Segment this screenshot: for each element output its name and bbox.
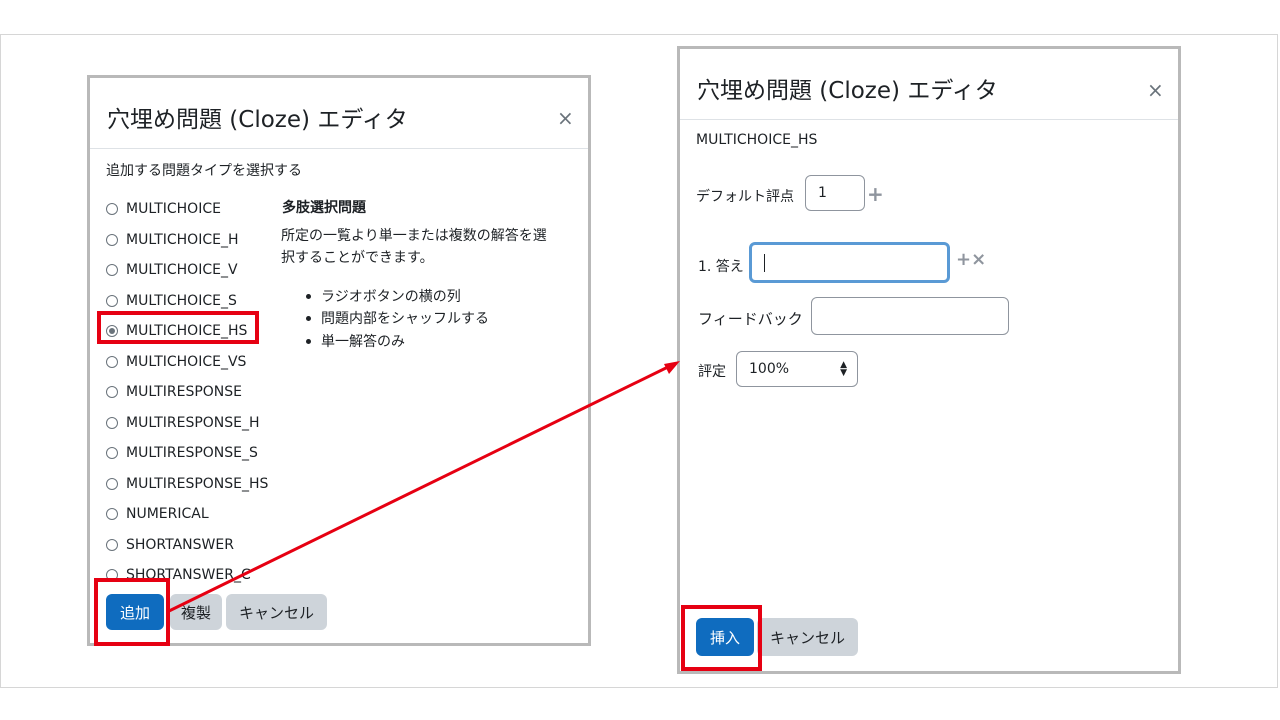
default-grade-label: デフォルト評点 bbox=[696, 189, 794, 205]
radio-button[interactable] bbox=[106, 508, 118, 520]
question-type-option[interactable]: MULTICHOICE_V bbox=[106, 259, 238, 281]
header-divider bbox=[680, 119, 1178, 120]
close-icon[interactable]: × bbox=[1147, 80, 1164, 100]
dialog-title: 穴埋め問題 (Cloze) エディタ bbox=[107, 107, 408, 133]
dialog-title: 穴埋め問題 (Cloze) エディタ bbox=[697, 78, 998, 104]
add-icon[interactable]: + bbox=[867, 184, 884, 204]
radio-button[interactable] bbox=[106, 538, 118, 551]
add-remove-answer-icons[interactable]: +× bbox=[956, 251, 986, 269]
type-description-title: 多肢選択問題 bbox=[282, 200, 366, 216]
answer-label: 1. 答え bbox=[698, 259, 744, 275]
select-arrows-icon: ▲ ▼ bbox=[840, 360, 847, 378]
feedback-input[interactable] bbox=[811, 297, 1009, 335]
radio-button[interactable] bbox=[106, 264, 118, 276]
highlight-add-button bbox=[94, 578, 170, 646]
text-caret bbox=[764, 253, 765, 272]
radio-button[interactable] bbox=[106, 416, 118, 429]
question-type-label: MULTICHOICE_V bbox=[126, 262, 238, 278]
bullet-dot bbox=[306, 294, 311, 299]
feedback-label: フィードバック bbox=[698, 310, 803, 328]
duplicate-button[interactable]: 複製 bbox=[170, 594, 222, 630]
radio-button[interactable] bbox=[106, 294, 118, 307]
type-feature-3: 単一解答のみ bbox=[321, 334, 405, 350]
bullet-dot bbox=[306, 339, 311, 344]
question-type-label: MULTICHOICE_VS bbox=[126, 353, 247, 370]
type-feature-2: 問題内部をシャッフルする bbox=[321, 311, 489, 327]
radio-button[interactable] bbox=[106, 477, 118, 490]
cancel-button[interactable]: キャンセル bbox=[757, 618, 858, 656]
cancel-button[interactable]: キャンセル bbox=[226, 594, 327, 630]
question-type-option[interactable]: MULTIRESPONSE_HS bbox=[106, 473, 268, 495]
grade-select-value: 100% bbox=[749, 361, 790, 377]
close-icon[interactable]: × bbox=[557, 108, 574, 128]
answer-input[interactable] bbox=[749, 242, 950, 283]
question-type-label: MULTIRESPONSE_S bbox=[126, 445, 258, 461]
highlight-insert-button bbox=[681, 605, 762, 671]
question-type-label: MULTIRESPONSE_HS bbox=[126, 475, 269, 492]
question-type-option[interactable]: MULTICHOICE_S bbox=[106, 290, 237, 312]
question-type-prompt: 追加する問題タイプを選択する bbox=[106, 163, 302, 179]
question-type-option[interactable]: MULTICHOICE_H bbox=[106, 229, 238, 251]
radio-button[interactable] bbox=[106, 386, 118, 398]
question-type-label: SHORTANSWER bbox=[126, 536, 234, 553]
highlight-selected-type bbox=[97, 311, 259, 344]
cloze-editor-answer-dialog: 穴埋め問題 (Cloze) エディタ × MULTICHOICE_HS デフォル… bbox=[677, 46, 1181, 674]
bullet-dot bbox=[306, 316, 311, 321]
default-grade-input[interactable]: 1 bbox=[805, 175, 865, 211]
type-feature-1: ラジオボタンの横の列 bbox=[321, 289, 461, 305]
radio-button[interactable] bbox=[106, 447, 118, 459]
question-type-label: MULTIRESPONSE bbox=[126, 384, 243, 400]
grade-select[interactable]: 100% ▲ ▼ bbox=[736, 351, 858, 387]
question-type-option[interactable]: SHORTANSWER bbox=[106, 534, 234, 556]
question-type-option[interactable]: MULTICHOICE bbox=[106, 198, 221, 220]
radio-button[interactable] bbox=[106, 355, 118, 368]
question-type-label: MULTICHOICE_H bbox=[126, 231, 239, 248]
question-type-label: MULTICHOICE bbox=[126, 201, 221, 217]
type-description-line2: 択することができます。 bbox=[281, 250, 434, 266]
question-type-name: MULTICHOICE_HS bbox=[696, 132, 818, 148]
question-type-label: NUMERICAL bbox=[126, 506, 209, 522]
question-type-option[interactable]: NUMERICAL bbox=[106, 503, 209, 525]
question-type-option[interactable]: MULTIRESPONSE_S bbox=[106, 442, 258, 464]
type-description-line1: 所定の一覧より単一または複数の解答を選 bbox=[281, 228, 547, 244]
radio-button[interactable] bbox=[106, 203, 118, 215]
header-divider bbox=[90, 148, 588, 149]
cloze-editor-type-dialog: 穴埋め問題 (Cloze) エディタ × 追加する問題タイプを選択する MULT… bbox=[87, 75, 591, 646]
grade-label: 評定 bbox=[698, 364, 726, 380]
radio-button[interactable] bbox=[106, 233, 118, 246]
question-type-option[interactable]: MULTIRESPONSE_H bbox=[106, 412, 260, 434]
question-type-label: MULTIRESPONSE_H bbox=[126, 414, 260, 431]
question-type-option[interactable]: MULTIRESPONSE bbox=[106, 381, 242, 403]
question-type-label: MULTICHOICE_S bbox=[126, 292, 237, 309]
question-type-option[interactable]: MULTICHOICE_VS bbox=[106, 351, 246, 373]
